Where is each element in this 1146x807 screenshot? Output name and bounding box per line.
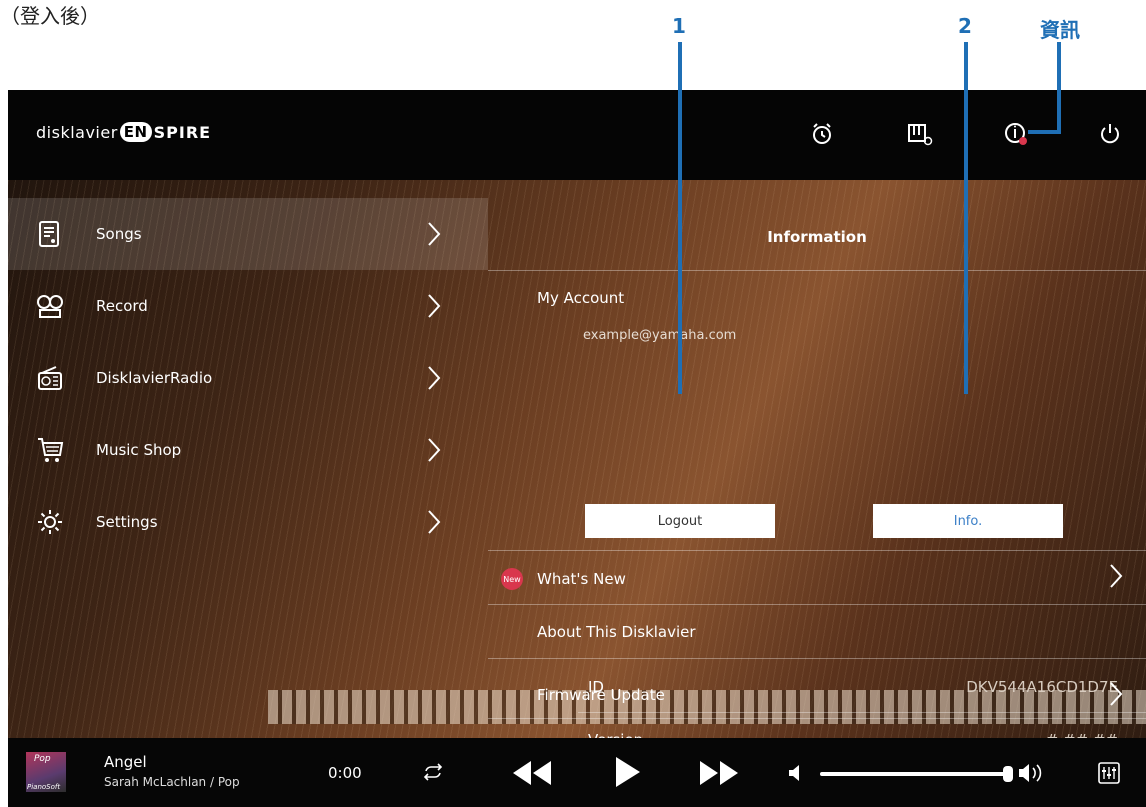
disklavier-app-window: disklavier EN SPIRE Songs Record Disklav… bbox=[8, 90, 1146, 807]
songs-icon bbox=[39, 221, 59, 247]
divider bbox=[488, 550, 1146, 551]
firmware-update-label[interactable]: Firmware Update bbox=[537, 686, 665, 704]
volume-slider-knob[interactable] bbox=[1003, 766, 1013, 782]
piano-settings-icon[interactable] bbox=[906, 120, 934, 148]
rewind-icon[interactable] bbox=[511, 760, 553, 786]
logout-button[interactable]: Logout bbox=[585, 504, 775, 538]
callout-1-label: 1 bbox=[672, 14, 686, 38]
callout-info-label: 資訊 bbox=[1040, 18, 1080, 42]
login-state-caption: （登入後） bbox=[0, 4, 100, 28]
gear-icon bbox=[38, 510, 62, 534]
power-icon[interactable] bbox=[1096, 120, 1124, 148]
about-label: About This Disklavier bbox=[537, 623, 696, 641]
logo-suffix: SPIRE bbox=[153, 122, 212, 142]
song-title: Angel bbox=[104, 753, 147, 771]
fast-forward-icon[interactable] bbox=[698, 760, 740, 786]
app-header: disklavier EN SPIRE bbox=[8, 90, 1146, 180]
menu-label-songs: Songs bbox=[96, 225, 142, 243]
chevron-right-icon bbox=[428, 366, 441, 390]
callout-info-line-horizontal bbox=[1028, 130, 1061, 134]
callout-2-label: 2 bbox=[958, 14, 972, 38]
whats-new-label[interactable]: What's New bbox=[537, 570, 626, 588]
volume-high-icon[interactable] bbox=[1018, 762, 1044, 784]
info-icon[interactable] bbox=[1002, 120, 1030, 148]
playback-time: 0:00 bbox=[328, 764, 362, 782]
menu-label-music-shop: Music Shop bbox=[96, 441, 182, 459]
chevron-right-icon[interactable] bbox=[1108, 680, 1124, 708]
player-bar: Pop PianoSoft Angel Sarah McLachlan / Po… bbox=[8, 738, 1146, 807]
menu-item-disklavierradio[interactable]: DisklavierRadio bbox=[8, 342, 488, 414]
repeat-icon[interactable] bbox=[422, 762, 444, 782]
chevron-right-icon bbox=[428, 438, 441, 462]
song-artist: Sarah McLachlan / Pop bbox=[104, 775, 240, 789]
callout-2-line bbox=[964, 42, 968, 394]
play-icon[interactable] bbox=[614, 756, 642, 788]
cart-icon bbox=[38, 438, 64, 462]
callout-1-line bbox=[678, 42, 682, 394]
volume-slider-track[interactable] bbox=[820, 772, 1010, 776]
panel-title: Information bbox=[767, 228, 867, 246]
mixer-icon[interactable] bbox=[1098, 762, 1120, 784]
divider bbox=[488, 270, 1146, 271]
record-icon bbox=[37, 295, 63, 318]
account-email: example@yamaha.com bbox=[583, 328, 737, 343]
menu-label-record: Record bbox=[96, 297, 148, 315]
main-menu: Songs Record DisklavierRadio Music Shop … bbox=[8, 198, 488, 558]
menu-item-music-shop[interactable]: Music Shop bbox=[8, 414, 488, 486]
menu-item-settings[interactable]: Settings bbox=[8, 486, 488, 558]
menu-label-disklavierradio: DisklavierRadio bbox=[96, 369, 213, 387]
divider bbox=[488, 658, 1146, 659]
chevron-right-icon bbox=[428, 294, 441, 318]
volume-low-icon[interactable] bbox=[788, 764, 802, 782]
information-panel: Information My Account example@yamaha.co… bbox=[488, 198, 1146, 749]
radio-icon bbox=[38, 366, 62, 390]
menu-item-record[interactable]: Record bbox=[8, 270, 488, 342]
account-info-button[interactable]: Info. bbox=[873, 504, 1063, 538]
divider bbox=[488, 718, 1146, 719]
my-account-label: My Account bbox=[537, 289, 625, 307]
callout-info-line bbox=[1057, 42, 1061, 134]
divider bbox=[578, 712, 1146, 713]
alarm-icon[interactable] bbox=[808, 120, 836, 148]
new-badge: New bbox=[501, 568, 523, 590]
logo-prefix: disklavier bbox=[36, 122, 118, 142]
menu-label-settings: Settings bbox=[96, 513, 158, 531]
id-value: DKV544A16CD1D7E bbox=[966, 678, 1118, 696]
app-logo: disklavier EN SPIRE bbox=[36, 122, 211, 142]
album-brand-text: PianoSoft bbox=[27, 783, 61, 791]
logo-en: EN bbox=[119, 122, 152, 142]
menu-item-songs[interactable]: Songs bbox=[8, 198, 488, 270]
chevron-right-icon bbox=[428, 510, 441, 534]
chevron-right-icon bbox=[428, 222, 441, 246]
divider bbox=[488, 604, 1146, 605]
album-art[interactable]: Pop PianoSoft bbox=[26, 752, 66, 792]
album-genre-text: Pop bbox=[34, 754, 51, 764]
chevron-right-icon[interactable] bbox=[1108, 562, 1124, 590]
